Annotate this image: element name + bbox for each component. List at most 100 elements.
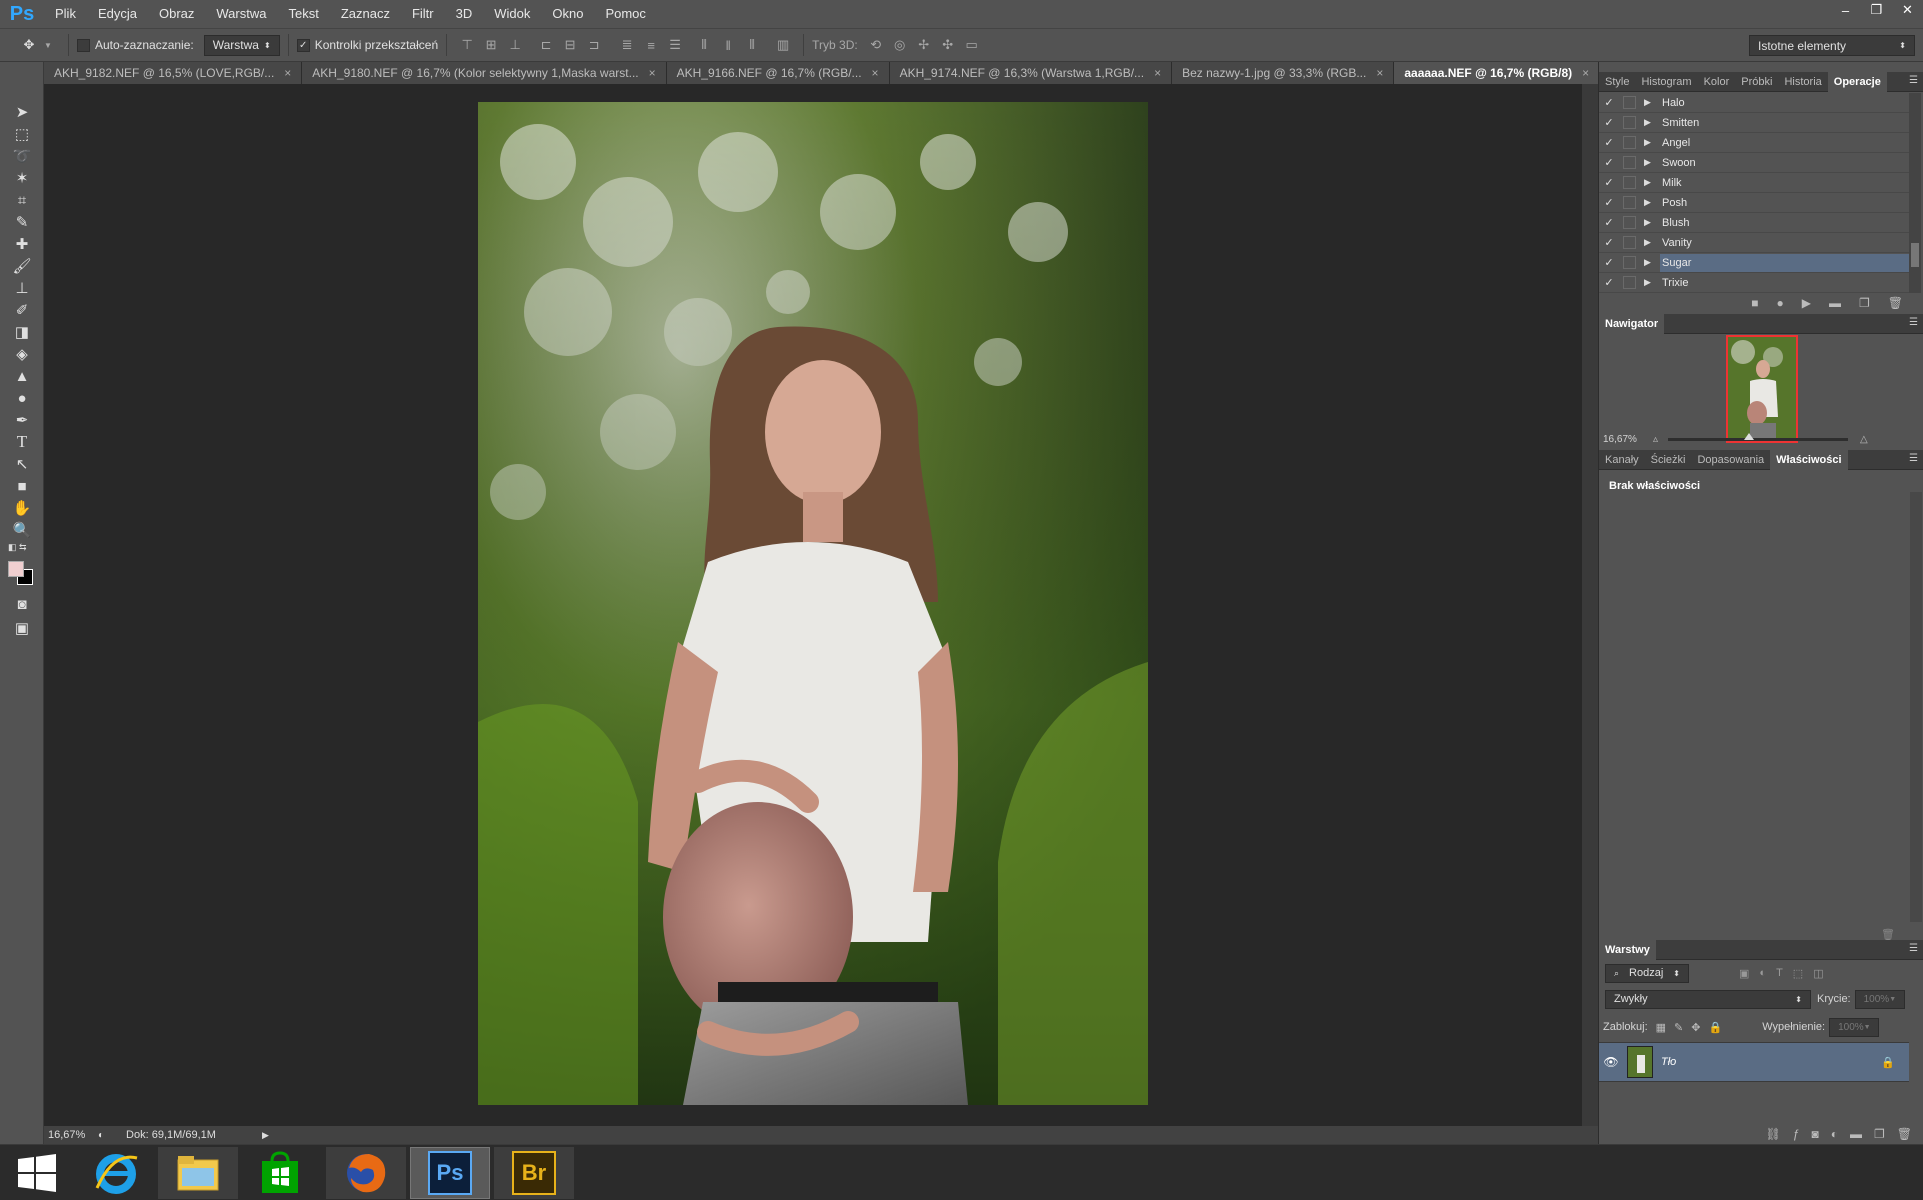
check-icon[interactable]: ✓ <box>1599 156 1619 169</box>
internet-explorer-button[interactable] <box>76 1147 156 1199</box>
check-icon[interactable]: ✓ <box>1599 176 1619 189</box>
close-icon[interactable]: × <box>649 66 656 80</box>
tab-aaaaaa[interactable]: aaaaaa.NEF @ 16,7% (RGB/8) × <box>1394 62 1601 84</box>
menu-okno[interactable]: Okno <box>541 0 594 28</box>
eyedropper-tool-icon[interactable]: ✎ <box>8 210 36 234</box>
navigator-zoom-value[interactable]: 16,67% <box>1603 434 1653 445</box>
dialog-toggle[interactable] <box>1623 116 1636 129</box>
zoom-in-icon[interactable]: △ <box>1860 434 1868 445</box>
layer-name[interactable]: Tło <box>1661 1056 1676 1068</box>
windows-store-button[interactable] <box>240 1147 320 1199</box>
close-button[interactable]: ✕ <box>1892 0 1923 20</box>
tab-nawigator[interactable]: Nawigator <box>1599 313 1665 334</box>
properties-scrollbar[interactable] <box>1910 492 1922 922</box>
dialog-toggle[interactable] <box>1623 216 1636 229</box>
check-icon[interactable]: ✓ <box>1599 136 1619 149</box>
tab-histogram[interactable]: Histogram <box>1635 72 1697 92</box>
bridge-taskbar-button[interactable]: Br <box>494 1147 574 1199</box>
magic-wand-tool-icon[interactable]: ✶ <box>8 166 36 190</box>
distribute-vcenter-icon[interactable]: ≡ <box>642 36 660 54</box>
navigator-thumbnail[interactable] <box>1726 335 1798 443</box>
brush-tool-icon[interactable]: 🖌 <box>8 254 36 278</box>
fill-field[interactable]: 100% ▼ <box>1829 1017 1880 1037</box>
eraser-tool-icon[interactable]: ◨ <box>8 320 36 344</box>
history-brush-tool-icon[interactable]: ✐ <box>8 298 36 322</box>
workspace-dropdown[interactable]: Istotne elementy ⬍ <box>1749 35 1915 56</box>
auto-select-dropdown[interactable]: Warstwa ⬍ <box>203 34 280 56</box>
align-vcenter-icon[interactable]: ⊞ <box>482 36 500 54</box>
orbit-3d-icon[interactable]: ⟲ <box>867 36 885 54</box>
default-colors-icon[interactable]: ◧ ⇆ <box>8 542 27 553</box>
layer-style-icon[interactable]: ƒ <box>1793 1127 1800 1141</box>
new-layer-icon[interactable]: ❐ <box>1874 1127 1885 1141</box>
close-icon[interactable]: × <box>872 66 879 80</box>
firefox-button[interactable] <box>326 1147 406 1199</box>
new-group-icon[interactable]: ▬ <box>1850 1127 1862 1141</box>
dialog-toggle[interactable] <box>1623 256 1636 269</box>
align-top-icon[interactable]: ⊤ <box>458 36 476 54</box>
tab-wlasciwosci[interactable]: Właściwości <box>1770 449 1848 470</box>
action-row[interactable]: ✓ ▶ Halo <box>1599 93 1909 113</box>
lock-pixels-icon[interactable]: ✎ <box>1674 1021 1683 1034</box>
action-row[interactable]: ✓ ▶ Posh <box>1599 193 1909 213</box>
expand-triangle-icon[interactable]: ▶ <box>1644 197 1660 208</box>
lock-all-icon[interactable]: 🔒 <box>1708 1021 1722 1034</box>
tab-bez-nazwy[interactable]: Bez nazwy-1.jpg @ 33,3% (RGB... × <box>1172 62 1395 84</box>
foreground-color-swatch[interactable] <box>8 561 24 577</box>
expand-triangle-icon[interactable]: ▶ <box>1644 237 1660 248</box>
slide-3d-icon[interactable]: ✣ <box>939 36 957 54</box>
align-left-icon[interactable]: ⊏ <box>537 36 555 54</box>
action-row[interactable]: ✓ ▶ Blush <box>1599 213 1909 233</box>
close-icon[interactable]: × <box>284 66 291 80</box>
restore-button[interactable]: ❐ <box>1861 0 1892 20</box>
expand-triangle-icon[interactable]: ▶ <box>1644 157 1660 168</box>
dialog-toggle[interactable] <box>1623 156 1636 169</box>
shape-filter-icon[interactable]: ⬚ <box>1793 967 1803 980</box>
file-explorer-button[interactable] <box>158 1147 238 1199</box>
action-row[interactable]: ✓ ▶ Trixie <box>1599 273 1909 293</box>
tab-kolor[interactable]: Kolor <box>1698 72 1736 92</box>
photoshop-taskbar-button[interactable]: Ps <box>410 1147 490 1199</box>
menu-filtr[interactable]: Filtr <box>401 0 445 28</box>
healing-brush-tool-icon[interactable]: ✚ <box>8 232 36 256</box>
move-tool-icon[interactable]: ✥ <box>20 36 38 54</box>
navigator-zoom-slider[interactable] <box>1668 432 1849 441</box>
eye-visibility-icon[interactable]: 👁 <box>1599 1055 1623 1069</box>
tab-kanaly[interactable]: Kanały <box>1599 450 1645 470</box>
slider-thumb[interactable] <box>1744 432 1755 440</box>
check-icon[interactable]: ✓ <box>1599 256 1619 269</box>
tab-probki[interactable]: Próbki <box>1735 72 1778 92</box>
distribute-bottom-icon[interactable]: ☰ <box>666 36 684 54</box>
blur-tool-icon[interactable]: ▲ <box>8 364 36 388</box>
action-row[interactable]: ✓ ▶ Milk <box>1599 173 1909 193</box>
dialog-toggle[interactable] <box>1623 276 1636 289</box>
expand-triangle-icon[interactable]: ▶ <box>1644 97 1660 108</box>
roll-3d-icon[interactable]: ◎ <box>891 36 909 54</box>
adjustment-filter-icon[interactable]: ◐ <box>1759 967 1766 979</box>
new-action-icon[interactable]: ❐ <box>1859 296 1870 310</box>
menu-widok[interactable]: Widok <box>483 0 541 28</box>
expand-triangle-icon[interactable]: ▶ <box>1644 217 1660 228</box>
dialog-toggle[interactable] <box>1623 196 1636 209</box>
menu-pomoc[interactable]: Pomoc <box>594 0 656 28</box>
zoom-out-icon[interactable]: ▵ <box>1653 434 1658 445</box>
panel-menu-icon[interactable]: ☰ <box>1909 943 1918 954</box>
type-tool-icon[interactable]: T <box>8 430 36 454</box>
menu-3d[interactable]: 3D <box>445 0 484 28</box>
type-filter-icon[interactable]: T <box>1776 967 1783 979</box>
minimize-button[interactable]: – <box>1830 0 1861 20</box>
marquee-tool-icon[interactable]: ⬚ <box>8 122 36 146</box>
tab-operacje[interactable]: Operacje <box>1827 71 1887 92</box>
check-icon[interactable]: ✓ <box>1599 216 1619 229</box>
auto-align-icon[interactable]: ▥ <box>774 36 792 54</box>
dodge-tool-icon[interactable]: ● <box>8 386 36 410</box>
scroll-thumb[interactable] <box>1911 243 1919 267</box>
check-icon[interactable]: ✓ <box>1599 276 1619 289</box>
hand-tool-icon[interactable]: ✋ <box>8 496 36 520</box>
link-layers-icon[interactable]: ⛓ <box>1766 1127 1781 1141</box>
menu-zaznacz[interactable]: Zaznacz <box>330 0 401 28</box>
zoom-level[interactable]: 16,67% <box>48 1129 92 1141</box>
tab-historia[interactable]: Historia <box>1778 72 1827 92</box>
lock-transparent-icon[interactable]: ▦ <box>1656 1021 1666 1034</box>
expand-triangle-icon[interactable]: ▶ <box>1644 257 1660 268</box>
